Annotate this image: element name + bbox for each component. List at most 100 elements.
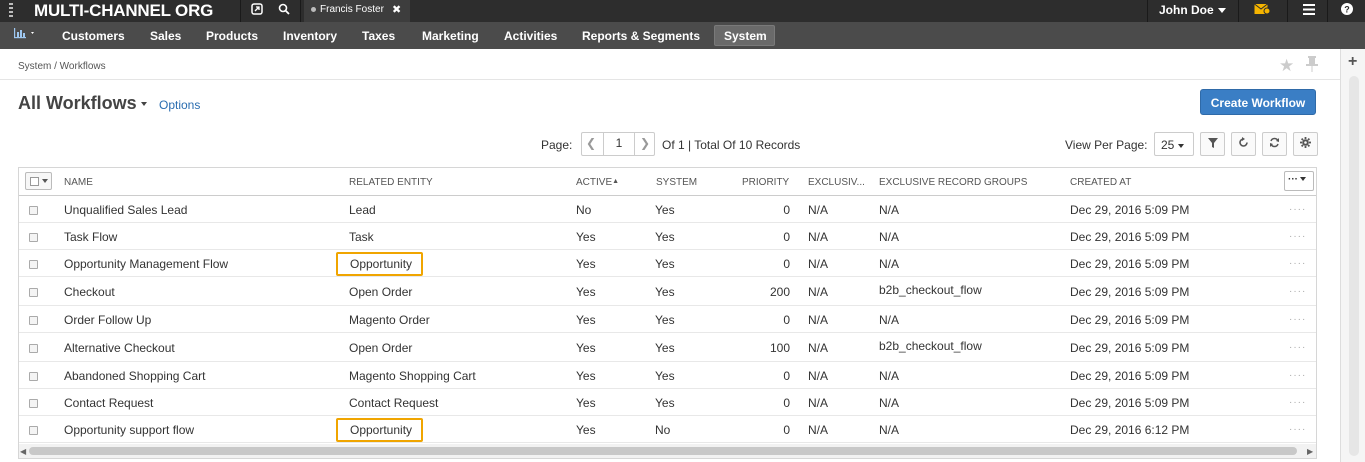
workflows-grid: NAME RELATED ENTITY ACTIVE▲ SYSTEM PRIOR… [18,167,1317,459]
cell-priority: 0 [783,203,790,217]
cell-name: Task Flow [64,230,118,244]
open-record-tab[interactable]: Francis Foster ✖ [304,0,410,22]
row-checkbox[interactable] [29,316,38,325]
row-actions-ellipsis-icon[interactable]: ···· [1289,314,1306,325]
search-icon[interactable] [276,3,292,19]
reset-button[interactable] [1231,132,1256,156]
user-menu[interactable]: John Doe [1159,3,1226,17]
cell-system: No [655,423,671,437]
dashboard-chart-icon[interactable] [14,27,38,43]
vertical-scrollbar[interactable] [1349,76,1359,456]
column-header-name[interactable]: NAME [64,177,93,188]
table-row[interactable]: Abandoned Shopping Cart Magento Shopping … [19,362,1316,389]
column-header-active[interactable]: ACTIVE▲ [576,177,619,188]
cell-created-at: Dec 29, 2016 5:09 PM [1070,257,1190,271]
email-notification-icon[interactable] [1253,3,1271,19]
row-checkbox[interactable] [29,426,38,435]
scrollbar-thumb[interactable] [29,447,1297,455]
history-icon[interactable] [249,3,265,19]
next-page-icon[interactable]: ❯ [640,136,650,150]
table-row[interactable]: Order Follow Up Magento Order Yes Yes 0 N/A N/… [19,306,1316,333]
row-actions-ellipsis-icon[interactable]: ···· [1289,424,1306,435]
organization-name[interactable]: MULTI-CHANNEL ORG [34,1,213,21]
refresh-icon [1270,137,1279,148]
row-checkbox[interactable] [29,206,38,215]
grid-settings-button[interactable] [1293,132,1318,156]
cell-exclusive-record-groups: N/A [879,313,900,327]
row-checkbox[interactable] [29,288,38,297]
column-header-exclusive-record-groups[interactable]: EXCLUSIVE RECORD GROUPS [879,177,1027,188]
nav-item-products[interactable]: Products [206,29,258,43]
refresh-button[interactable] [1262,132,1287,156]
row-checkbox[interactable] [29,260,38,269]
gear-icon [1300,137,1311,148]
table-row[interactable]: Opportunity support flow Opportunity Yes No… [19,416,1316,443]
scroll-right-icon[interactable]: ▶ [1307,447,1313,456]
cell-active: No [576,203,592,217]
nav-item-taxes[interactable]: Taxes [362,29,395,43]
filter-button[interactable] [1200,132,1225,156]
nav-item-activities[interactable]: Activities [504,29,557,43]
cell-exclusive-record-groups: b2b_checkout_flow [879,283,982,297]
nav-item-customers[interactable]: Customers [62,29,125,43]
filter-icon [1207,138,1218,148]
create-workflow-button[interactable]: Create Workflow [1200,89,1316,115]
nav-item-marketing[interactable]: Marketing [422,29,479,43]
close-icon[interactable]: ✖ [392,3,401,16]
row-checkbox[interactable] [29,372,38,381]
cell-exclusive-record-groups: N/A [879,369,900,383]
page-title[interactable]: All Workflows [18,93,147,114]
page-number-input[interactable]: 1 [603,132,635,156]
row-checkbox[interactable] [29,344,38,353]
table-row[interactable]: Unqualified Sales Lead Lead No Yes 0 N/A N/A De… [19,196,1316,223]
row-actions-ellipsis-icon[interactable]: ···· [1289,231,1306,242]
options-link[interactable]: Options [159,98,200,112]
row-actions-ellipsis-icon[interactable]: ···· [1289,397,1306,408]
row-checkbox[interactable] [29,399,38,408]
view-per-page-value: 25 [1161,138,1175,152]
add-widget-plus-icon[interactable]: + [1348,53,1357,71]
table-row[interactable]: Checkout Open Order Yes Yes 200 N/A b2b_checko… [19,277,1316,306]
table-row[interactable]: Alternative Checkout Open Order Yes Yes 100 N… [19,333,1316,362]
row-actions-ellipsis-icon[interactable]: ···· [1289,286,1306,297]
cell-exclusive-record-groups: N/A [879,203,900,217]
view-per-page-select[interactable]: 25 [1154,132,1194,156]
nav-item-inventory[interactable]: Inventory [283,29,337,43]
column-actions-menu[interactable]: ··· [1284,171,1314,191]
row-actions-ellipsis-icon[interactable]: ···· [1289,342,1306,353]
nav-item-sales[interactable]: Sales [150,29,181,43]
cell-exclusive: N/A [808,203,829,217]
table-row[interactable]: Contact Request Contact Request Yes Yes 0 N/A… [19,389,1316,416]
undo-icon [1239,137,1248,147]
help-icon[interactable]: ? [1339,3,1355,19]
column-header-exclusive[interactable]: EXCLUSIV... [808,177,865,188]
scroll-left-icon[interactable]: ◀ [20,447,26,456]
hamburger-menu-icon[interactable] [1301,3,1317,19]
favorite-star-icon[interactable]: ★ [1279,56,1294,76]
previous-page-icon[interactable]: ❮ [586,136,596,150]
nav-item-system[interactable]: System [724,29,767,43]
row-checkbox[interactable] [29,233,38,242]
cell-system: Yes [655,396,675,410]
table-row[interactable]: Opportunity Management Flow Opportunity Ye… [19,250,1316,277]
row-actions-ellipsis-icon[interactable]: ···· [1289,370,1306,381]
column-header-priority[interactable]: PRIORITY [742,177,789,188]
column-header-created-at[interactable]: CREATED AT [1070,177,1131,188]
ellipsis-icon: ··· [1288,174,1298,185]
select-all-checkbox[interactable] [25,172,52,190]
cell-exclusive: N/A [808,285,829,299]
divider [300,0,301,22]
column-header-related-entity[interactable]: RELATED ENTITY [349,177,433,188]
column-header-system[interactable]: SYSTEM [656,177,697,188]
cell-name: Unqualified Sales Lead [64,203,188,217]
cell-exclusive-record-groups: N/A [879,257,900,271]
row-actions-ellipsis-icon[interactable]: ···· [1289,258,1306,269]
horizontal-scrollbar[interactable]: ◀ ▶ [19,444,1316,458]
row-actions-ellipsis-icon[interactable]: ···· [1289,204,1306,215]
chevron-down-icon [42,179,48,183]
pin-icon[interactable] [1306,56,1318,77]
tab-dot-icon [311,7,316,12]
table-row[interactable]: Task Flow Task Yes Yes 0 N/A N/A Dec 29, 2016 5… [19,223,1316,250]
menu-grip-icon[interactable] [9,3,13,19]
nav-item-reports-segments[interactable]: Reports & Segments [582,29,700,43]
